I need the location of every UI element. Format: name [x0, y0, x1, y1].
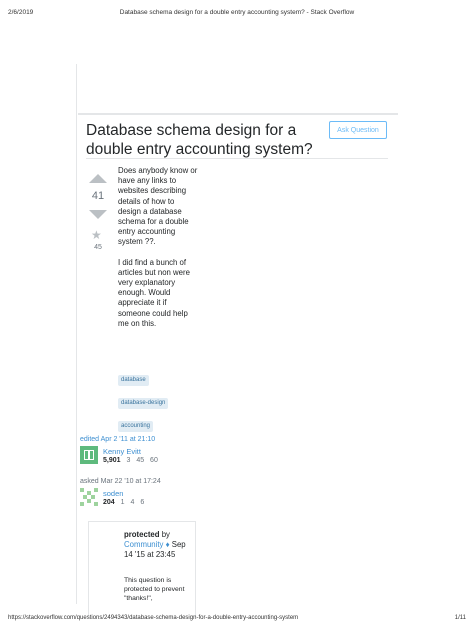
- asker-reputation: 204: [103, 499, 115, 506]
- editor-stats: 5,901 3 45 60: [103, 457, 158, 464]
- protected-label: protected: [124, 530, 160, 539]
- upvote-arrow-icon[interactable]: [89, 174, 107, 183]
- asker-name-link[interactable]: soden: [103, 489, 123, 498]
- asker-avatar[interactable]: [80, 488, 98, 506]
- asker-stats: 204 1 4 6: [103, 499, 144, 506]
- print-page-number: 1/11: [454, 615, 466, 621]
- downvote-arrow-icon[interactable]: [89, 210, 107, 219]
- editor-badges: 3 45 60: [126, 457, 158, 464]
- editor-avatar[interactable]: [80, 446, 98, 464]
- ask-question-button[interactable]: Ask Question: [329, 121, 387, 139]
- tag-accounting[interactable]: accounting: [118, 421, 154, 432]
- protected-notice-text: This question is protected to prevent "t…: [124, 577, 185, 602]
- favorite-count: 45: [94, 244, 102, 251]
- protected-notice: protected by Community ♦ Sep 14 '15 at 2…: [88, 521, 196, 617]
- tag-database-design[interactable]: database-design: [118, 398, 169, 409]
- editor-reputation: 5,901: [103, 457, 121, 464]
- title-divider: [86, 158, 388, 159]
- moderator-diamond-icon: ♦: [163, 540, 170, 550]
- vote-count: 41: [91, 190, 105, 202]
- question-title[interactable]: Database schema design for a double entr…: [86, 121, 324, 159]
- question-paragraph: I did find a bunch of articles but non w…: [118, 257, 190, 328]
- community-user-link[interactable]: Community: [124, 540, 163, 549]
- tag-list: database database-design accounting: [118, 368, 198, 437]
- edited-timestamp-link[interactable]: edited Apr 2 '11 at 21:10: [80, 436, 155, 443]
- print-page-title: Database schema design for a double entr…: [119, 9, 355, 16]
- asker-badges: 1 4 6: [120, 499, 145, 506]
- question-body: Does anybody know or have any links to w…: [118, 166, 198, 339]
- protected-notice-header: protected by Community ♦ Sep 14 '15 at 2…: [124, 530, 192, 561]
- favorite-star-icon[interactable]: ★: [91, 228, 102, 242]
- tag-database[interactable]: database: [118, 375, 149, 386]
- header-divider: [78, 113, 398, 115]
- protected-by-text: by: [159, 530, 170, 539]
- asked-timestamp: asked Mar 22 '10 at 17:24: [80, 478, 161, 485]
- content-left-border: [76, 64, 77, 604]
- print-url: https://stackoverflow.com/questions/2494…: [8, 615, 299, 621]
- editor-name-link[interactable]: Kenny Evitt: [103, 447, 141, 456]
- question-paragraph: Does anybody know or have any links to w…: [118, 166, 198, 247]
